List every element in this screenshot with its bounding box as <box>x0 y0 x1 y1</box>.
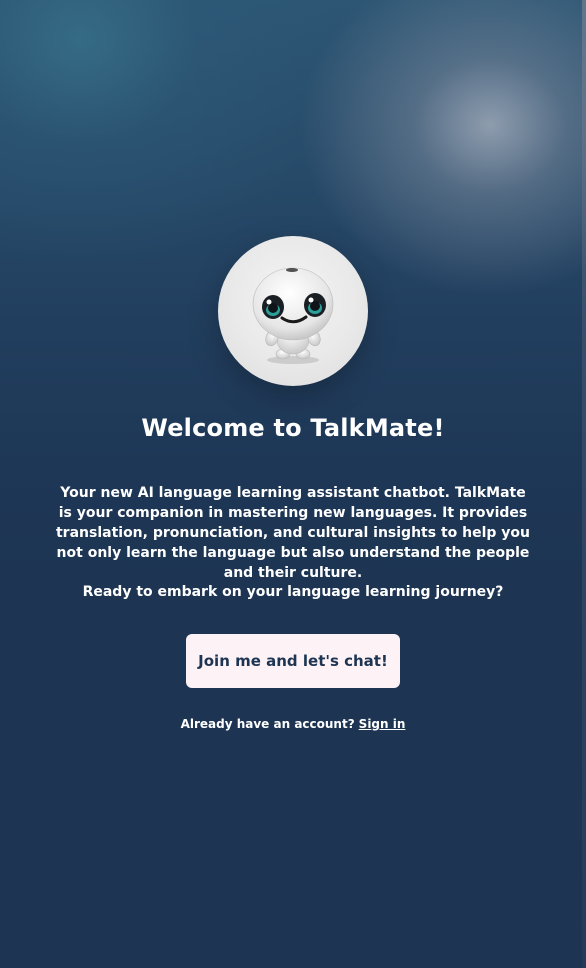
welcome-screen: Welcome to TalkMate! Your new AI languag… <box>0 0 586 968</box>
account-prompt-text: Already have an account? <box>180 717 355 731</box>
welcome-prompt: Ready to embark on your language learnin… <box>82 584 504 600</box>
sign-in-link[interactable]: Sign in <box>359 717 406 731</box>
start-chat-button[interactable]: Join me and let's chat! <box>186 634 400 688</box>
welcome-title: Welcome to TalkMate! <box>141 414 445 442</box>
welcome-description: Your new AI language learning assistant … <box>55 485 530 581</box>
robot-avatar <box>218 236 368 386</box>
signin-row: Already have an account? Sign in <box>0 716 586 732</box>
robot-mascot-icon <box>252 267 334 364</box>
window-edge <box>582 0 586 968</box>
